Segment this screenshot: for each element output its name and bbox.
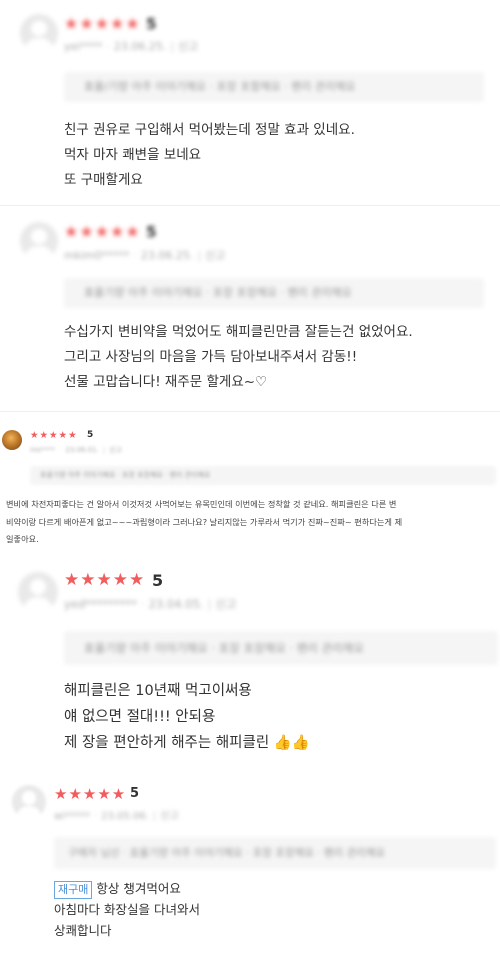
avatar: [20, 222, 58, 260]
reviewer-id: yei****: [64, 40, 103, 53]
star-rating: ★★★★★: [54, 785, 127, 803]
review-text-line: 수십가지 변비약을 먹었어도 해피클린만큼 잘듣는건 없었어요.: [64, 324, 413, 340]
review-text-line: 그리고 사장님의 마음을 가득 담아보내주셔서 감동!!: [64, 349, 358, 365]
review-card: ★★★★★ 5 yed********* · 23.04.05. | 신고 효율기량 아…: [0, 562, 500, 767]
avatar: [2, 430, 22, 450]
review-text-line: 제 장을 편안하게 해주는 해피클린 👍👍: [64, 735, 310, 751]
star-rating: ★★★★★: [64, 570, 146, 590]
review-tags: 효율기량 아주 이야기해요 · 포장 포장해요 · 팬리 관리해요: [30, 466, 496, 485]
review-card: ★★★★★ 5 wi***** · 23.05.06. | 신고 구매자 님산 · 효율…: [0, 775, 500, 965]
rating-score: 5: [87, 430, 94, 440]
reviewer-id: mkim0*****: [64, 249, 130, 262]
reviewer-id: wi*****: [54, 811, 90, 822]
review-date: 23.06.25.: [113, 40, 167, 53]
avatar: [20, 14, 58, 52]
review-date: 23.06.01.: [65, 446, 99, 454]
star-rating: ★★★★★: [30, 430, 78, 441]
review-body: 해피클린은 10년째 먹고이써용 얘 없으면 절대!!! 안되용 제 장을 편안…: [64, 678, 310, 756]
review-body: 변비에 차전자피좋다는 건 알아서 이것저것 사먹어보는 유목민인데 이번에는 …: [6, 496, 402, 549]
rebuy-badge: 재구매: [54, 881, 93, 899]
review-date: 23.04.05.: [148, 597, 204, 611]
review-text-line: 상쾌합니다: [54, 923, 112, 938]
review-text-line: 재구매 항상 챙겨먹어요: [54, 878, 200, 899]
rating-score: 5: [152, 571, 164, 590]
review-date: 23.06.25.: [140, 249, 194, 262]
review-tags: 구매자 님산 · 효율기량 아주 이야기해요 · 포장 포장해요 · 팬리 관리…: [54, 837, 496, 869]
review-card: ★★★★★ 5 me**** · 23.06.01. | 신고 효율기량 아주 이야기해…: [0, 412, 500, 562]
avatar: [18, 572, 58, 612]
review-text-line: 일좋아요.: [6, 534, 39, 544]
review-card: ★★★★★ 5 yei**** · 23.06.25. | 신고 효율/기량 아주 이야…: [0, 0, 500, 205]
review-meta: mkim0***** · 23.06.25. | 신고: [64, 249, 226, 262]
review-meta: me**** · 23.06.01. | 신고: [30, 446, 123, 454]
review-tags: 효율/기량 아주 이야기해요 · 포장 포함해요 · 팬리 관리해요: [64, 72, 484, 102]
avatar: [12, 785, 46, 819]
review-date: 23.05.06.: [101, 811, 149, 822]
review-body: 재구매 항상 챙겨먹어요 아침마다 화장실을 다녀와서 상쾌합니다: [54, 878, 200, 941]
review-body: 수십가지 변비약을 먹었어도 해피클린만큼 잘듣는건 없었어요. 그리고 사장님…: [64, 320, 413, 395]
review-text-line: 친구 권유로 구입해서 먹어봤는데 정말 효과 있네요.: [64, 122, 355, 138]
review-meta: yed********* · 23.04.05. | 신고: [64, 597, 237, 611]
star-rating: ★★★★★: [64, 222, 141, 241]
review-meta: yei**** · 23.06.25. | 신고: [64, 40, 199, 53]
report-link[interactable]: 신고: [160, 811, 178, 822]
review-text-line: 변비에 차전자피좋다는 건 알아서 이것저것 사먹어보는 유목민인데 이번에는 …: [6, 499, 397, 509]
review-text-line: 아침마다 화장실을 다녀와서: [54, 902, 200, 917]
review-meta: wi***** · 23.05.06. | 신고: [54, 811, 179, 822]
review-body: 친구 권유로 구입해서 먹어봤는데 정말 효과 있네요. 먹자 마자 쾌변을 보…: [64, 118, 355, 193]
reviewer-id: me****: [30, 446, 56, 454]
review-card: ★★★★★ 5 mkim0***** · 23.06.25. | 신고 효율기량 아주 …: [0, 206, 500, 411]
review-text-line: 비약이랑 다르게 배아픈게 없고~~~과립형이라 그러나요? 날리지않는 가루라…: [6, 516, 403, 527]
reviewer-id: yed*********: [64, 597, 137, 611]
report-link[interactable]: 신고: [215, 597, 236, 611]
review-text-line: 먹자 마자 쾌변을 보네요: [64, 147, 202, 163]
review-text-line: 얘 없으면 절대!!! 안되용: [64, 709, 216, 725]
review-tags: 효율기량 아주 이야기해요 · 포장 포장해요 · 팬리 관리해요: [64, 278, 484, 308]
review-text-line: 또 구매할게요: [64, 172, 143, 188]
review-text-line: 선물 고맙습니다! 재주문 할게요~♡: [64, 374, 268, 390]
review-tags: 효율기량 아주 이야기해요 · 포장 포장해요 · 팬리 관리해요: [64, 631, 498, 665]
star-rating: ★★★★★: [64, 14, 141, 33]
rating-score: 5: [130, 786, 140, 801]
review-text-line: 해피클린은 10년째 먹고이써용: [64, 683, 252, 699]
rating-score: 5: [146, 15, 157, 33]
rating-score: 5: [146, 223, 157, 241]
report-link[interactable]: 신고: [109, 446, 122, 454]
report-link[interactable]: 신고: [178, 40, 198, 53]
report-link[interactable]: 신고: [205, 249, 225, 262]
